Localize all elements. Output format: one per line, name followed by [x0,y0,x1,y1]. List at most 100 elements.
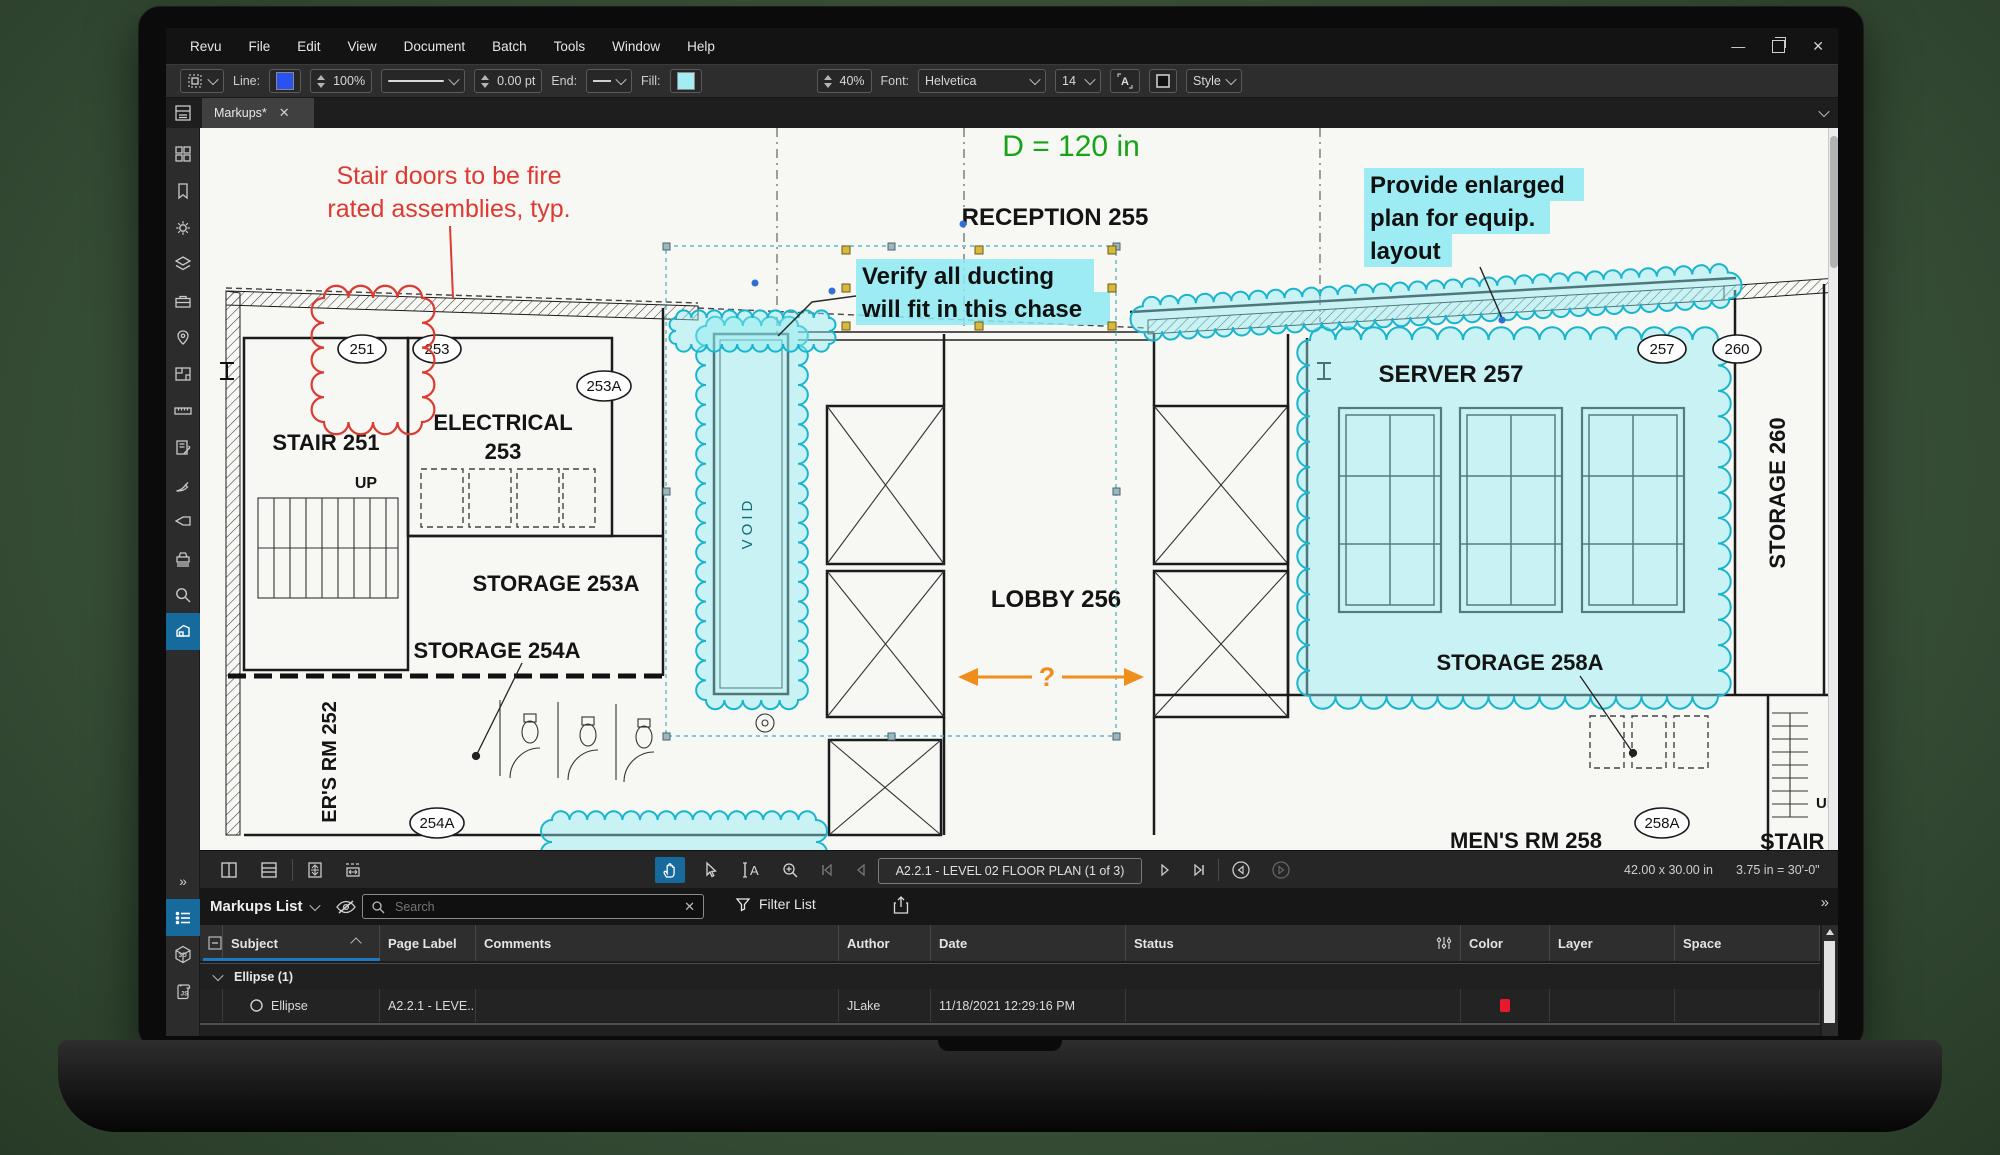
menu-file[interactable]: File [249,39,271,54]
next-view-button[interactable] [1266,857,1296,883]
line-end-dropdown[interactable] [586,69,632,93]
sidebar-item-flags[interactable] [166,503,200,540]
style-dropdown[interactable]: Style [1186,69,1242,93]
sidebar-item-search[interactable] [166,576,200,613]
column-date[interactable]: Date [931,925,1126,961]
text-color-button[interactable] [1149,69,1177,93]
toolbox-icon [173,291,193,311]
drawing-canvas[interactable]: STAIR 251 UP ELECTRICAL 253 STORAGE 253A… [200,128,1838,850]
hide-markups-icon[interactable] [335,898,357,916]
column-checkbox[interactable] [200,925,223,961]
expand-panel-button[interactable]: » [166,862,200,899]
tabbar-overflow-chevron-icon[interactable] [1818,106,1829,117]
sidebar-item-spaces[interactable] [166,356,200,393]
tool-select-dropdown[interactable] [180,69,224,93]
page-navigator[interactable]: A2.2.1 - LEVEL 02 FLOOR PLAN (1 of 3) [878,858,1142,884]
sidebar-item-layers[interactable] [166,246,200,283]
group-collapse-icon[interactable] [212,970,223,981]
sidebar-item-measurements[interactable] [166,393,200,430]
font-size-dropdown[interactable]: 14 [1055,69,1101,93]
chevron-down-icon[interactable] [309,899,320,910]
previous-view-button[interactable] [1226,857,1256,883]
split-vertical-button[interactable] [214,857,244,883]
menu-tools[interactable]: Tools [554,39,586,54]
next-page-button[interactable] [1150,857,1180,883]
font-dropdown[interactable]: Helvetica [918,69,1046,93]
menu-batch[interactable]: Batch [492,39,527,54]
sidebar-item-studio[interactable] [166,613,200,650]
green-dimension-text[interactable]: D = 120 in [1002,130,1140,163]
panel-expand-icon[interactable]: » [1821,894,1828,911]
pan-tool-button[interactable] [655,857,685,883]
3d-model-panel-button[interactable]: 3D [166,936,200,973]
filter-list-button[interactable]: Filter List [735,896,816,912]
fit-page-button[interactable] [300,857,330,883]
column-author[interactable]: Author [839,925,931,961]
canvas-scrollbar[interactable] [1828,128,1838,850]
tab-close-icon[interactable]: ✕ [279,105,290,121]
fill-color-button[interactable] [670,69,702,93]
autosize-a-icon: A [1117,73,1133,89]
menu-window[interactable]: Window [612,39,660,54]
sidebar-item-tool-chest[interactable] [166,283,200,320]
fit-width-button[interactable] [338,857,368,883]
color-swatch[interactable] [1500,999,1510,1012]
close-button[interactable]: ✕ [1812,39,1824,53]
sidebar-item-bookmarks[interactable] [166,173,200,210]
column-space[interactable]: Space [1675,925,1820,961]
canvas-scrollbar-thumb[interactable] [1830,136,1838,268]
markups-search[interactable]: ✕ [362,894,704,919]
panel-toggle-icon[interactable] [166,98,200,128]
line-style-dropdown[interactable] [381,69,465,93]
previous-page-button[interactable] [846,857,876,883]
javascript-panel-button[interactable]: JS [166,973,200,1010]
text-select-button[interactable]: A [735,857,765,883]
split-horizontal-button[interactable] [254,857,284,883]
first-page-button[interactable] [812,857,842,883]
autosize-text-button[interactable]: A [1110,69,1140,93]
sidebar-item-markups[interactable] [166,430,200,467]
column-page-label[interactable]: Page Label [380,925,476,961]
select-cursor-button[interactable] [695,857,725,883]
cloud-reception-band[interactable] [670,310,836,351]
last-page-button[interactable] [1184,857,1214,883]
panel-scrollbar-thumb[interactable] [1824,941,1835,1023]
markup-row-ellipse[interactable]: Ellipse A2.2.1 - LEVE... JLake 11/18/202… [200,989,1820,1022]
row-color[interactable] [1461,989,1550,1022]
sidebar-item-properties[interactable] [166,209,200,246]
fill-opacity-stepper[interactable]: 40% [817,69,872,93]
menu-revu[interactable]: Revu [190,39,222,54]
sidebar-item-sets[interactable] [166,540,200,577]
status-filter-icon[interactable] [1436,936,1452,950]
tab-markups[interactable]: Markups* ✕ [202,98,314,128]
sidebar-item-thumbnails[interactable] [166,136,200,173]
menu-help[interactable]: Help [687,39,715,54]
menu-edit[interactable]: Edit [297,39,320,54]
markup-group-row[interactable]: Ellipse (1) [200,963,1820,991]
line-color-button[interactable] [269,69,301,93]
restore-button[interactable] [1772,40,1785,53]
line-width-stepper[interactable]: 0.00 pt [474,69,542,93]
zoom-tool-button[interactable] [775,857,805,883]
font-name-value: Helvetica [925,74,976,88]
markups-list-title[interactable]: Markups List [210,898,303,915]
clear-search-icon[interactable]: ✕ [684,899,695,915]
column-subject[interactable]: Subject [223,925,380,961]
column-comments[interactable]: Comments [476,925,839,961]
sidebar-item-signatures[interactable] [166,466,200,503]
cloud-markups-cyan[interactable] [541,263,1743,850]
minimize-button[interactable]: — [1731,39,1745,53]
menu-document[interactable]: Document [404,39,466,54]
column-color[interactable]: Color [1461,925,1550,961]
column-layer[interactable]: Layer [1550,925,1675,961]
menu-view[interactable]: View [348,39,377,54]
column-status[interactable]: Status [1126,925,1461,961]
cloud-bottom-strip[interactable] [541,811,827,850]
label-womens-rm: ER'S RM 252 [319,701,341,822]
search-input[interactable] [393,899,676,915]
export-summary-button[interactable] [892,895,910,920]
sidebar-item-places[interactable] [166,319,200,356]
panel-scrollbar[interactable] [1822,925,1838,1036]
line-opacity-stepper[interactable]: 100% [310,69,372,93]
markups-list-panel-button[interactable] [166,899,200,936]
